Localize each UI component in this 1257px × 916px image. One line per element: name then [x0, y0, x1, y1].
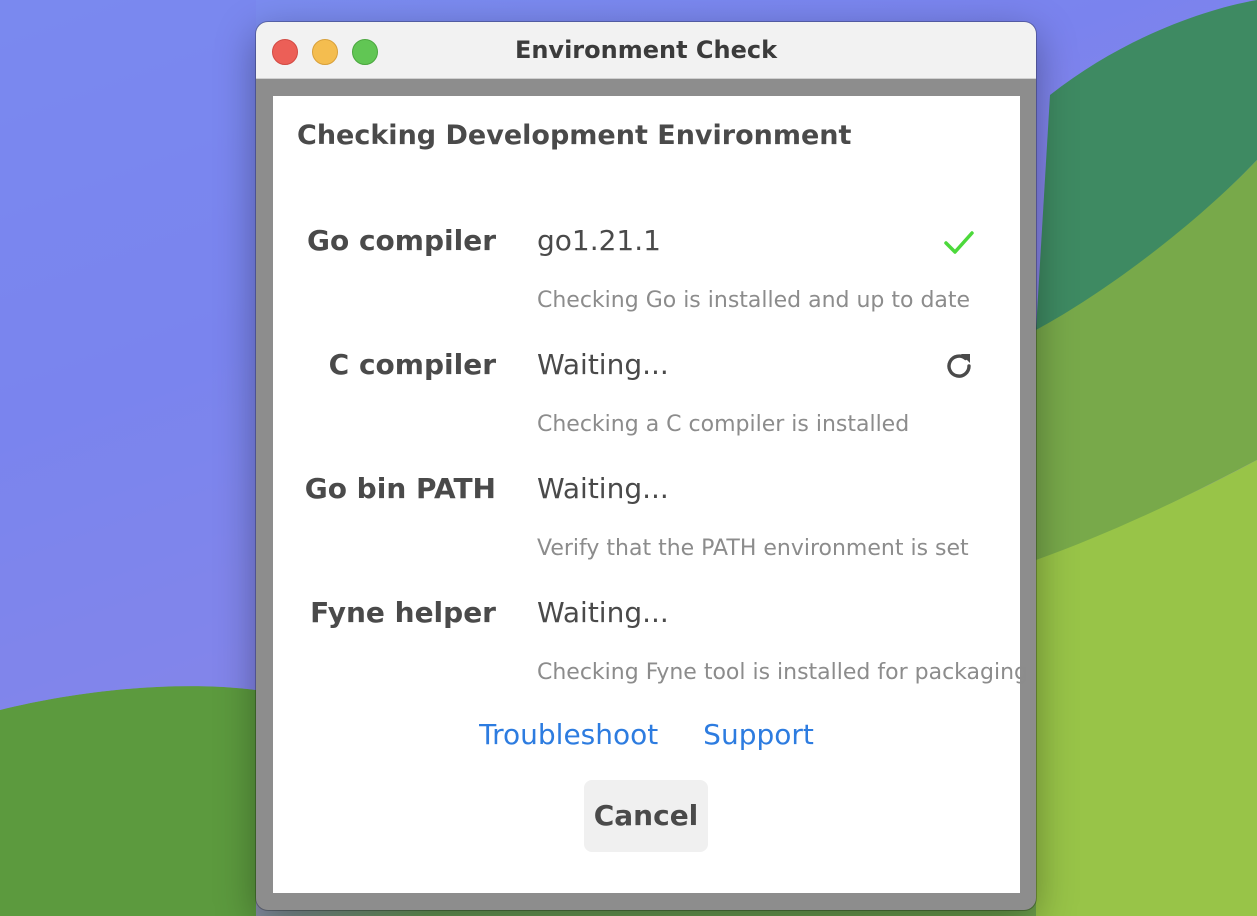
check-label: Go compiler — [306, 224, 496, 257]
window-title: Environment Check — [514, 36, 778, 64]
check-value: go1.21.1 — [537, 224, 661, 257]
check-description: Checking a C compiler is installed — [537, 412, 910, 437]
checkmark-icon — [944, 231, 974, 254]
troubleshoot-link[interactable]: Troubleshoot — [479, 718, 658, 751]
check-description: Checking Go is installed and up to date — [537, 288, 971, 313]
title-bar[interactable]: Environment Check — [256, 22, 1036, 79]
help-links: Troubleshoot Support — [273, 718, 1020, 751]
check-value: Waiting... — [537, 596, 669, 629]
check-value: Waiting... — [537, 348, 669, 381]
cancel-button[interactable]: Cancel — [584, 780, 708, 852]
desktop-background: Environment Check Checking Development E… — [0, 0, 1257, 916]
check-value: Waiting... — [537, 472, 669, 505]
support-link[interactable]: Support — [703, 718, 814, 751]
dialog-heading: Checking Development Environment — [297, 120, 852, 151]
wallpaper-sky-left — [0, 0, 256, 710]
wallpaper-hill-left — [0, 686, 256, 916]
check-label: Fyne helper — [310, 596, 496, 629]
check-label: Go bin PATH — [304, 472, 496, 505]
dialog-panel: Checking Development Environment Go comp… — [273, 96, 1028, 893]
check-description: Verify that the PATH environment is set — [537, 536, 969, 561]
check-description: Checking Fyne tool is installed for pack… — [537, 660, 1028, 685]
refresh-icon — [947, 354, 971, 378]
check-label: C compiler — [328, 348, 496, 381]
environment-check-window: Environment Check Checking Development E… — [256, 22, 1036, 910]
